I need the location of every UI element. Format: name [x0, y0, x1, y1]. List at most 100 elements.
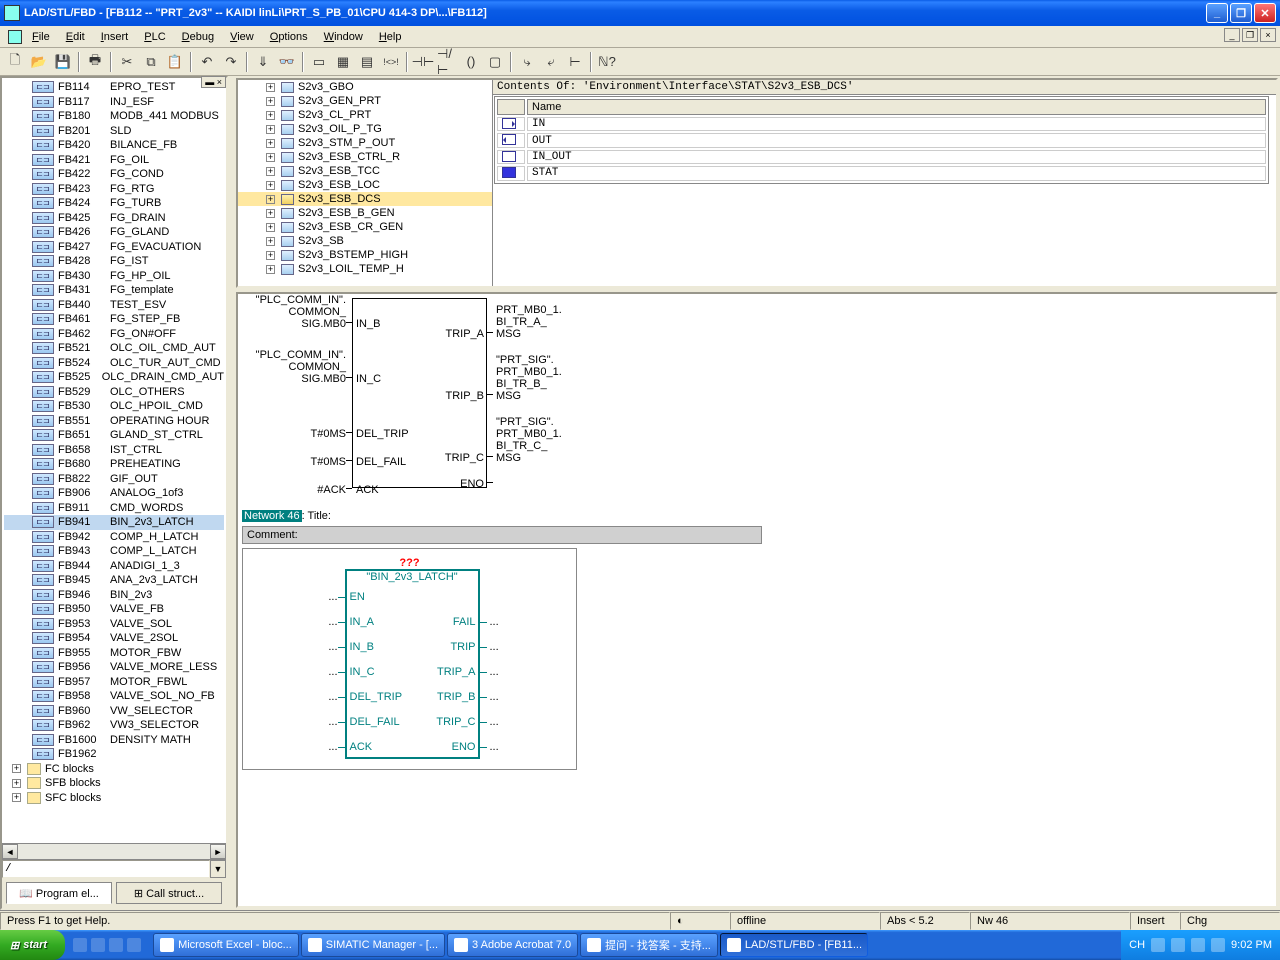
tray-icon[interactable]: [1211, 938, 1225, 952]
ql-icon[interactable]: [91, 938, 105, 952]
menu-options[interactable]: Options: [264, 29, 314, 45]
detail-icon[interactable]: ▤: [356, 51, 378, 73]
block-item[interactable]: ⊏⊐FB651GLAND_ST_CTRL: [4, 428, 224, 443]
block-item[interactable]: ⊏⊐FB525OLC_DRAIN_CMD_AUT: [4, 370, 224, 385]
struct-item[interactable]: +S2v3_ESB_B_GEN: [238, 206, 492, 220]
block-tree[interactable]: ⊏⊐FB114EPRO_TEST⊏⊐FB117INJ_ESF⊏⊐FB180MOD…: [2, 78, 226, 843]
block-item[interactable]: ⊏⊐FB680PREHEATING: [4, 457, 224, 472]
block-item[interactable]: ⊏⊐FB424FG_TURB: [4, 196, 224, 211]
box-icon[interactable]: ▢: [484, 51, 506, 73]
struct-item[interactable]: +S2v3_OIL_P_TG: [238, 122, 492, 136]
contact-nc-icon[interactable]: ⊣/⊢: [436, 51, 458, 73]
block-item[interactable]: ⊏⊐FB425FG_DRAIN: [4, 211, 224, 226]
tree-group[interactable]: + SFC blocks: [4, 791, 224, 806]
block-item[interactable]: ⊏⊐FB945ANA_2v3_LATCH: [4, 573, 224, 588]
block-item[interactable]: ⊏⊐FB958VALVE_SOL_NO_FB: [4, 689, 224, 704]
block-item[interactable]: ⊏⊐FB551OPERATING HOUR: [4, 414, 224, 429]
panel-close-icon[interactable]: ▬ ×: [201, 76, 226, 88]
task-button[interactable]: Microsoft Excel - bloc...: [153, 933, 299, 957]
col-name[interactable]: Name: [527, 99, 1266, 115]
block-item[interactable]: ⊏⊐FB822GIF_OUT: [4, 472, 224, 487]
struct-tree[interactable]: +S2v3_GBO+S2v3_GEN_PRT+S2v3_CL_PRT+S2v3_…: [238, 80, 493, 286]
block-item[interactable]: ⊏⊐FB943COMP_L_LATCH: [4, 544, 224, 559]
block-item[interactable]: ⊏⊐FB906ANALOG_1of3: [4, 486, 224, 501]
contents-row[interactable]: STAT: [497, 166, 1266, 180]
struct-item[interactable]: +S2v3_BSTEMP_HIGH: [238, 248, 492, 262]
scroll-right-icon[interactable]: ►: [210, 844, 226, 859]
tray-icon[interactable]: [1171, 938, 1185, 952]
block-item[interactable]: ⊏⊐FB462FG_ON#OFF: [4, 327, 224, 342]
coil-icon[interactable]: (): [460, 51, 482, 73]
system-tray[interactable]: CH 9:02 PM: [1121, 930, 1280, 960]
block-item[interactable]: ⊏⊐FB529OLC_OTHERS: [4, 385, 224, 400]
overview-icon[interactable]: !<>!: [380, 51, 402, 73]
block-item[interactable]: ⊏⊐FB420BILANCE_FB: [4, 138, 224, 153]
block-item[interactable]: ⊏⊐FB950VALVE_FB: [4, 602, 224, 617]
minimize-button[interactable]: _: [1206, 3, 1228, 23]
task-button[interactable]: SIMATIC Manager - [...: [301, 933, 445, 957]
tab-program-elements[interactable]: 📖 Program el...: [6, 882, 112, 904]
filter-input[interactable]: [2, 860, 210, 878]
block-item[interactable]: ⊏⊐FB946BIN_2v3: [4, 588, 224, 603]
scroll-left-icon[interactable]: ◄: [2, 844, 18, 859]
copy-icon[interactable]: ⧉: [140, 51, 162, 73]
struct-item[interactable]: +S2v3_STM_P_OUT: [238, 136, 492, 150]
block-item[interactable]: ⊏⊐FB461FG_STEP_FB: [4, 312, 224, 327]
editor[interactable]: "PLC_COMM_IN".COMMON_SIG.MB0IN_B"PLC_COM…: [236, 292, 1278, 908]
block-item[interactable]: ⊏⊐FB421FG_OIL: [4, 153, 224, 168]
redo-icon[interactable]: ↷: [220, 51, 242, 73]
block-item[interactable]: ⊏⊐FB942COMP_H_LATCH: [4, 530, 224, 545]
block-icon[interactable]: ▭: [308, 51, 330, 73]
branch-open-icon[interactable]: ⤷: [516, 51, 538, 73]
ql-icon[interactable]: [73, 938, 87, 952]
new-icon[interactable]: 🗋: [4, 51, 26, 73]
close-button[interactable]: ✕: [1254, 3, 1276, 23]
block-item[interactable]: ⊏⊐FB117INJ_ESF: [4, 95, 224, 110]
block-item[interactable]: ⊏⊐FB955MOTOR_FBW: [4, 646, 224, 661]
tree-group[interactable]: + SFB blocks: [4, 776, 224, 791]
block-item[interactable]: ⊏⊐FB430FG_HP_OIL: [4, 269, 224, 284]
tray-icon[interactable]: [1191, 938, 1205, 952]
paste-icon[interactable]: 📋: [164, 51, 186, 73]
block-item[interactable]: ⊏⊐FB428FG_IST: [4, 254, 224, 269]
tray-icon[interactable]: [1151, 938, 1165, 952]
mdi-close[interactable]: ×: [1260, 28, 1276, 42]
block-item[interactable]: ⊏⊐FB957MOTOR_FBWL: [4, 675, 224, 690]
tree-group[interactable]: + FC blocks: [4, 762, 224, 777]
struct-item[interactable]: +S2v3_SB: [238, 234, 492, 248]
block-item[interactable]: ⊏⊐FB1600DENSITY MATH: [4, 733, 224, 748]
ql-icon[interactable]: [109, 938, 123, 952]
mdi-restore[interactable]: ❐: [1242, 28, 1258, 42]
block-item[interactable]: ⊏⊐FB431FG_template: [4, 283, 224, 298]
ql-icon[interactable]: [127, 938, 141, 952]
mdi-minimize[interactable]: _: [1224, 28, 1240, 42]
block-item[interactable]: ⊏⊐FB440TEST_ESV: [4, 298, 224, 313]
struct-item[interactable]: +S2v3_GEN_PRT: [238, 94, 492, 108]
task-button[interactable]: 提问 - 找答案 - 支持...: [580, 933, 718, 957]
block-item[interactable]: ⊏⊐FB941BIN_2v3_LATCH: [4, 515, 224, 530]
block-item[interactable]: ⊏⊐FB911CMD_WORDS: [4, 501, 224, 516]
block-item[interactable]: ⊏⊐FB960VW_SELECTOR: [4, 704, 224, 719]
menu-insert[interactable]: Insert: [95, 29, 135, 45]
block-item[interactable]: ⊏⊐FB956VALVE_MORE_LESS: [4, 660, 224, 675]
block-item[interactable]: ⊏⊐FB944ANADIGI_1_3: [4, 559, 224, 574]
menu-view[interactable]: View: [224, 29, 260, 45]
menu-plc[interactable]: PLC: [138, 29, 171, 45]
print-icon[interactable]: 🖶: [84, 51, 106, 73]
block-item[interactable]: ⊏⊐FB180MODB_441 MODBUS: [4, 109, 224, 124]
comment-box[interactable]: Comment:: [242, 526, 762, 544]
mdi-icon[interactable]: [8, 30, 22, 44]
undo-icon[interactable]: ↶: [196, 51, 218, 73]
download-icon[interactable]: ⇓: [252, 51, 274, 73]
open-icon[interactable]: 📂: [28, 51, 50, 73]
block-item[interactable]: ⊏⊐FB1962: [4, 747, 224, 762]
struct-item[interactable]: +S2v3_ESB_TCC: [238, 164, 492, 178]
struct-item[interactable]: +S2v3_ESB_LOC: [238, 178, 492, 192]
block-item[interactable]: ⊏⊐FB954VALVE_2SOL: [4, 631, 224, 646]
struct-item[interactable]: +S2v3_ESB_DCS: [238, 192, 492, 206]
menu-debug[interactable]: Debug: [176, 29, 220, 45]
start-button[interactable]: ⊞start: [0, 930, 65, 960]
struct-item[interactable]: +S2v3_LOIL_TEMP_H: [238, 262, 492, 276]
contact-no-icon[interactable]: ⊣⊢: [412, 51, 434, 73]
block-item[interactable]: ⊏⊐FB426FG_GLAND: [4, 225, 224, 240]
